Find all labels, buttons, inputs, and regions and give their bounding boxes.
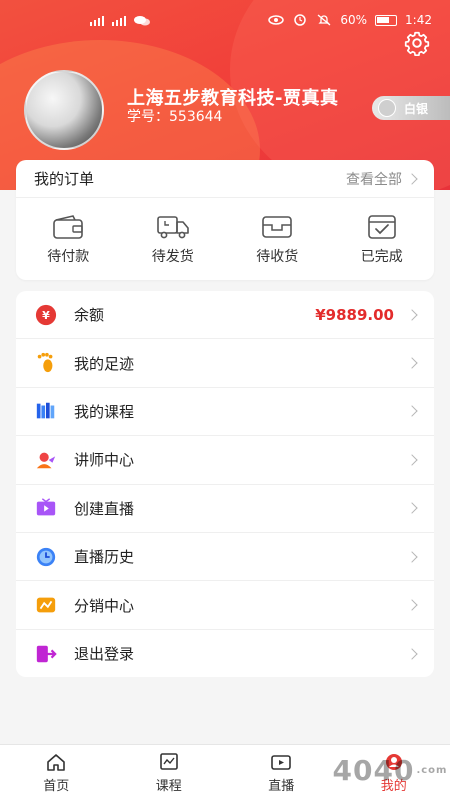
- settings-gear-icon[interactable]: [404, 30, 430, 56]
- tab-label: 我的: [380, 778, 407, 794]
- teacher-icon: [34, 448, 58, 472]
- medal-icon: [378, 99, 396, 117]
- menu-item-label: 直播历史: [74, 548, 135, 567]
- order-pending-receipt[interactable]: 待收货: [237, 214, 317, 266]
- menu-item-balance[interactable]: ¥ 余额 ¥9889.00: [16, 291, 434, 340]
- menu-item-label: 创建直播: [74, 499, 135, 518]
- view-all-label: 查看全部: [346, 171, 402, 188]
- menu-item-label: 余额: [74, 306, 105, 325]
- chevron-right-icon: [406, 357, 418, 369]
- tv-icon: [34, 496, 58, 520]
- menu-item-teacher-center[interactable]: 讲师中心: [16, 436, 434, 485]
- wechat-icon: [134, 16, 150, 26]
- chevron-right-icon: [406, 550, 418, 563]
- menu-item-label: 讲师中心: [74, 451, 135, 470]
- tab-label: 课程: [155, 778, 182, 794]
- chevron-right-icon: [406, 502, 418, 514]
- chevron-right-icon: [406, 599, 418, 611]
- bottom-tab-bar: 首页 课程 直播 我的: [0, 744, 450, 800]
- order-completed[interactable]: 已完成: [342, 214, 422, 266]
- signal-icon: [112, 16, 126, 26]
- clock-icon: [34, 545, 58, 569]
- order-pending-payment[interactable]: 待付款: [28, 214, 108, 266]
- avatar[interactable]: [24, 70, 104, 150]
- tab-home[interactable]: 首页: [21, 752, 91, 794]
- menu-item-live-history[interactable]: 直播历史: [16, 533, 434, 582]
- orders-title: 我的订单: [34, 170, 95, 188]
- menu-item-my-courses[interactable]: 我的课程: [16, 388, 434, 437]
- orders-header: 我的订单 查看全部: [16, 160, 434, 198]
- member-level-label: 白银: [404, 101, 429, 116]
- svg-text:¥: ¥: [42, 309, 50, 322]
- status-bar-left: [90, 14, 150, 26]
- chevron-right-icon: [406, 454, 418, 466]
- battery-percent: 60%: [340, 13, 368, 27]
- order-status-label: 待发货: [151, 249, 194, 265]
- truck-icon: [156, 216, 189, 239]
- member-level-badge[interactable]: 白银: [372, 96, 450, 120]
- tab-label: 直播: [268, 778, 295, 794]
- order-status-label: 待付款: [47, 249, 90, 265]
- menu-item-footprint[interactable]: 我的足迹: [16, 339, 434, 388]
- footprint-icon: [34, 351, 58, 375]
- student-id: 学号：553644: [127, 109, 223, 125]
- menu-item-label: 我的足迹: [74, 354, 135, 373]
- eye-icon: [268, 15, 285, 25]
- live-icon: [271, 754, 292, 770]
- menu-item-logout[interactable]: 退出登录: [16, 630, 434, 678]
- menu-item-label: 分销中心: [74, 596, 135, 615]
- chevron-right-icon: [406, 309, 418, 321]
- menu-list: ¥ 余额 ¥9889.00 我的足迹 我的课程 讲师中心 创建直播 直播历史 分…: [16, 291, 434, 677]
- order-status-label: 已完成: [360, 249, 403, 265]
- course-icon: [159, 752, 178, 770]
- chevron-right-icon: [406, 172, 418, 185]
- distribution-icon: [34, 593, 58, 617]
- order-status-label: 待收货: [256, 249, 299, 265]
- logout-icon: [34, 642, 58, 666]
- menu-item-label: 退出登录: [74, 645, 135, 664]
- completed-icon: [367, 215, 396, 239]
- status-bar: 60% 1:42: [0, 0, 450, 40]
- alarm-icon: [294, 14, 307, 26]
- tab-courses[interactable]: 课程: [134, 752, 204, 794]
- status-bar-right: 60% 1:42: [268, 13, 432, 27]
- chevron-right-icon: [406, 405, 418, 418]
- mute-icon: [317, 14, 331, 26]
- chevron-right-icon: [406, 648, 418, 660]
- clock-time: 1:42: [405, 13, 432, 27]
- signal-icon: [90, 16, 104, 26]
- orders-card: 我的订单 查看全部 待付款 待发货 待收货 已完成: [16, 160, 434, 280]
- order-status-row: 待付款 待发货 待收货 已完成: [16, 198, 434, 280]
- balance-amount: ¥9889.00: [315, 305, 394, 324]
- profile-icon: [385, 753, 402, 770]
- menu-item-create-live[interactable]: 创建直播: [16, 485, 434, 533]
- balance-icon: ¥: [34, 303, 58, 327]
- package-icon: [262, 216, 293, 238]
- tab-live[interactable]: 直播: [246, 752, 316, 794]
- menu-item-label: 我的课程: [74, 402, 135, 421]
- order-pending-shipment[interactable]: 待发货: [133, 214, 213, 266]
- home-icon: [47, 753, 66, 771]
- view-all-orders-link[interactable]: 查看全部: [346, 169, 418, 189]
- tab-profile[interactable]: 我的: [359, 752, 429, 794]
- books-icon: [34, 399, 58, 423]
- menu-item-distribution[interactable]: 分销中心: [16, 581, 434, 630]
- battery-icon: [375, 14, 398, 26]
- tab-label: 首页: [43, 778, 70, 794]
- wallet-icon: [53, 215, 84, 239]
